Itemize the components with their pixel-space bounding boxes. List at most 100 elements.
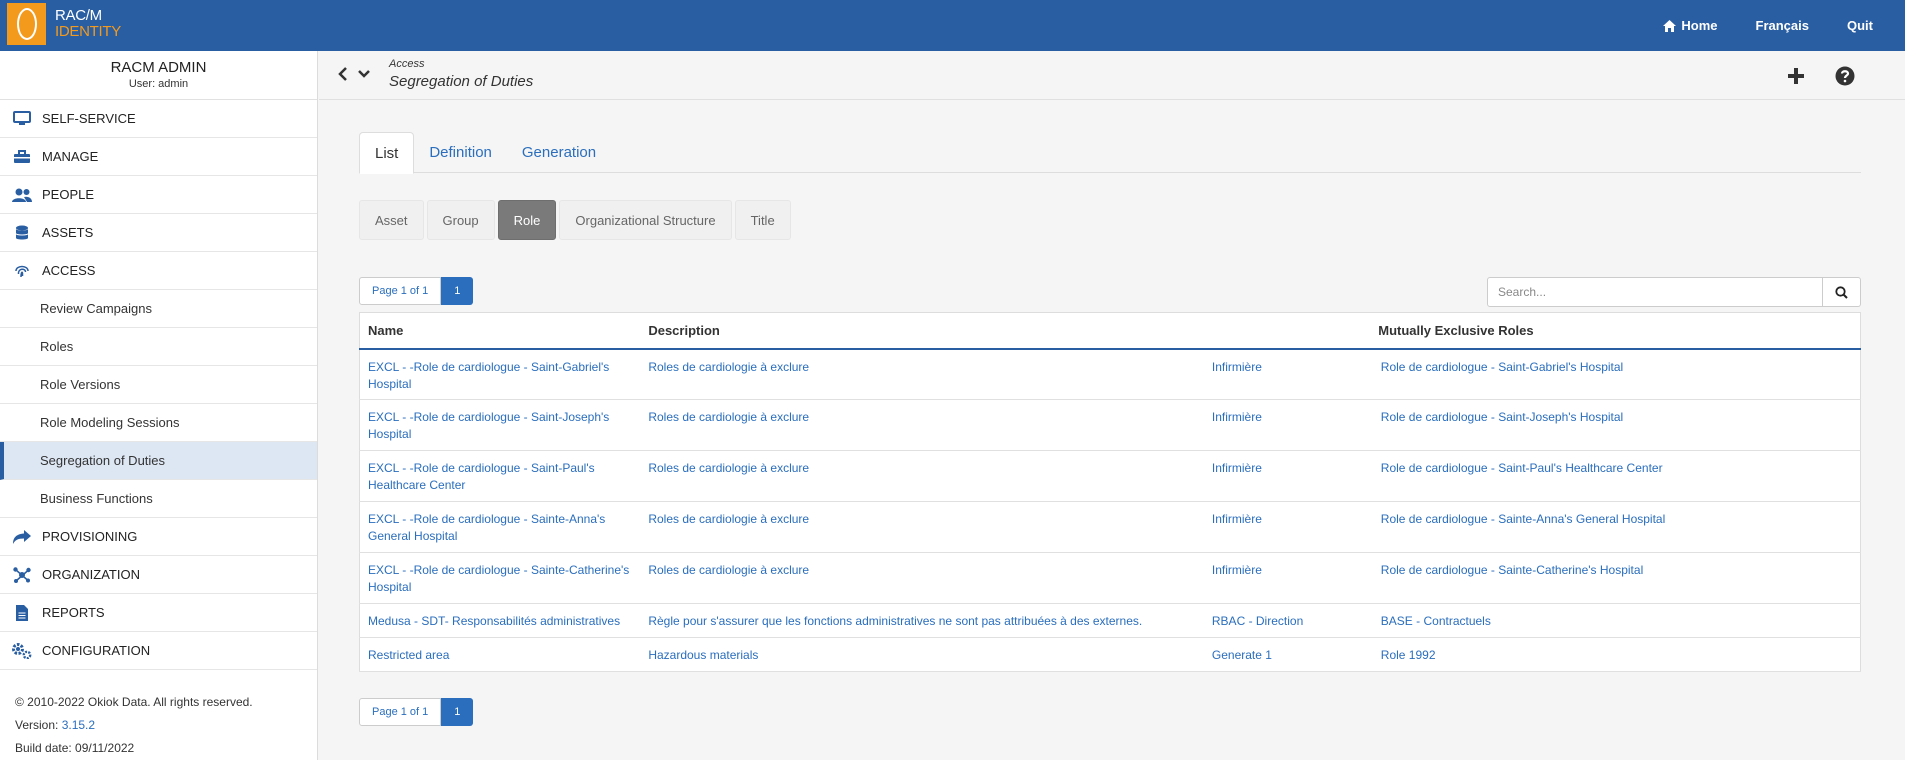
sidebar-subitem-review-campaigns[interactable]: Review Campaigns [0, 290, 317, 328]
language-label: Français [1755, 18, 1809, 33]
sidebar-item-reports[interactable]: REPORTS [0, 594, 317, 632]
row-description-link[interactable]: Roles de cardiologie à exclure [640, 399, 1204, 451]
row-role-b-link[interactable]: Role 1992 [1372, 637, 1861, 672]
share-icon [12, 529, 32, 545]
breadcrumb-section[interactable]: Access [389, 58, 424, 70]
help-button[interactable] [1833, 64, 1857, 88]
row-role-b-link[interactable]: Role de cardiologue - Saint-Paul's Healt… [1372, 450, 1861, 502]
row-role-b-link[interactable]: BASE - Contractuels [1372, 603, 1861, 638]
sidebar-item-label: MANAGE [42, 149, 99, 164]
row-role-b-link[interactable]: Role de cardiologue - Saint-Gabriel's Ho… [1372, 348, 1861, 400]
sidebar-item-manage[interactable]: MANAGE [0, 138, 317, 176]
row-role-a-link[interactable]: Infirmière [1203, 348, 1373, 400]
row-description-link[interactable]: Roles de cardiologie à exclure [640, 450, 1204, 502]
top-header: RAC/M IDENTITY Home Français Quit [0, 0, 1905, 51]
column-header-description[interactable]: Description [640, 312, 1204, 350]
pagination-top: Page 1 of 1 1 [359, 277, 474, 305]
sidebar-subitem-role-modeling-sessions[interactable]: Role Modeling Sessions [0, 404, 317, 442]
network-icon [12, 566, 32, 583]
column-header-name[interactable]: Name [359, 312, 641, 350]
sidebar-item-assets[interactable]: ASSETS [0, 214, 317, 252]
sidebar-item-label: ORGANIZATION [42, 567, 140, 582]
row-name-link[interactable]: EXCL - -Role de cardiologue - Sainte-Ann… [359, 501, 641, 553]
page-number-button[interactable]: 1 [441, 277, 474, 305]
row-role-b-link[interactable]: Role de cardiologue - Sainte-Anna's Gene… [1372, 501, 1861, 553]
filter-organizational-structure[interactable]: Organizational Structure [559, 200, 732, 240]
file-icon [12, 604, 32, 621]
add-button[interactable] [1784, 64, 1808, 88]
filter-role[interactable]: Role [497, 200, 557, 240]
sidebar-item-label: PROVISIONING [42, 529, 138, 544]
row-role-a-link[interactable]: Generate 1 [1203, 637, 1373, 672]
sidebar-item-label: PEOPLE [42, 187, 95, 202]
home-link[interactable]: Home [1663, 18, 1718, 33]
chevron-down-icon[interactable] [357, 66, 371, 82]
build-date: Build date: 09/11/2022 [15, 741, 135, 755]
sidebar-subitem-role-versions[interactable]: Role Versions [0, 366, 317, 404]
sidebar-subitem-business-functions[interactable]: Business Functions [0, 480, 317, 518]
sod-table: Name Description Mutually Exclusive Role… [359, 312, 1861, 672]
filter-title[interactable]: Title [734, 200, 791, 240]
table-row: Medusa - SDT- Responsabilités administra… [359, 603, 1861, 638]
row-name-link[interactable]: EXCL - -Role de cardiologue - Sainte-Cat… [359, 552, 641, 604]
type-filter: Asset Group Role Organizational Structur… [359, 200, 794, 240]
row-description-link[interactable]: Roles de cardiologie à exclure [640, 348, 1204, 400]
home-label: Home [1681, 18, 1718, 33]
filter-asset[interactable]: Asset [359, 200, 424, 240]
tab-definition[interactable]: Definition [414, 132, 507, 173]
sidebar-item-configuration[interactable]: CONFIGURATION [0, 632, 317, 670]
app-logo[interactable]: RAC/M IDENTITY [7, 3, 121, 45]
search-icon [1835, 285, 1848, 299]
home-icon [1663, 19, 1677, 32]
version-label: Version: [15, 718, 59, 732]
tab-list[interactable]: List [359, 132, 415, 174]
row-role-b-link[interactable]: Role de cardiologue - Sainte-Catherine's… [1372, 552, 1861, 604]
row-role-a-link[interactable]: Infirmière [1203, 399, 1373, 451]
row-role-b-link[interactable]: Role de cardiologue - Saint-Joseph's Hos… [1372, 399, 1861, 451]
row-description-link[interactable]: Roles de cardiologie à exclure [640, 501, 1204, 553]
logo-line1: RAC/M [55, 7, 102, 24]
filter-group[interactable]: Group [426, 200, 495, 240]
copyright-text: © 2010-2022 Okiok Data. All rights reser… [15, 695, 253, 709]
sidebar-item-organization[interactable]: ORGANIZATION [0, 556, 317, 594]
language-link[interactable]: Français [1756, 18, 1809, 33]
row-role-a-link[interactable]: Infirmière [1203, 450, 1373, 502]
row-role-a-link[interactable]: Infirmière [1203, 552, 1373, 604]
row-role-a-link[interactable]: Infirmière [1203, 501, 1373, 553]
quit-label: Quit [1847, 18, 1873, 33]
row-role-a-link[interactable]: RBAC - Direction [1203, 603, 1373, 638]
breadcrumb: Access Segregation of Duties [319, 51, 1905, 100]
chevron-left-icon[interactable] [337, 66, 349, 82]
search-button[interactable] [1823, 277, 1861, 307]
row-name-link[interactable]: EXCL - -Role de cardiologue - Saint-Gabr… [359, 348, 641, 400]
sidebar-item-label: ASSETS [42, 225, 94, 240]
sidebar-subitem-roles[interactable]: Roles [0, 328, 317, 366]
sidebar-footer: © 2010-2022 Okiok Data. All rights reser… [15, 691, 253, 760]
search-input[interactable] [1487, 277, 1823, 307]
sidebar-item-provisioning[interactable]: PROVISIONING [0, 518, 317, 556]
row-description-link[interactable]: Règle pour s'assurer que les fonctions a… [640, 603, 1204, 638]
main-content: List Definition Generation Asset Group R… [319, 100, 1905, 760]
row-name-link[interactable]: EXCL - -Role de cardiologue - Saint-Paul… [359, 450, 641, 502]
tab-generation[interactable]: Generation [507, 132, 611, 173]
row-description-link[interactable]: Hazardous materials [640, 637, 1204, 672]
row-name-link[interactable]: Medusa - SDT- Responsabilités administra… [359, 603, 641, 638]
row-description-link[interactable]: Roles de cardiologie à exclure [640, 552, 1204, 604]
quit-link[interactable]: Quit [1847, 18, 1873, 33]
table-row: EXCL - -Role de cardiologue - Sainte-Ann… [359, 501, 1861, 553]
nav-arrows [337, 66, 371, 82]
version-line: Version: 3.15.2 [15, 714, 253, 737]
sidebar-item-access[interactable]: ACCESS [0, 252, 317, 290]
version-link[interactable]: 3.15.2 [62, 718, 95, 732]
sidebar-user: User: admin [128, 78, 189, 90]
page-label: Page 1 of 1 [359, 277, 442, 305]
sidebar-item-label: SELF-SERVICE [42, 111, 136, 126]
tab-bar: List Definition Generation [359, 132, 1861, 174]
page-number-button[interactable]: 1 [441, 698, 474, 726]
sidebar-item-people[interactable]: PEOPLE [0, 176, 317, 214]
row-name-link[interactable]: Restricted area [359, 637, 641, 672]
row-name-link[interactable]: EXCL - -Role de cardiologue - Saint-Jose… [359, 399, 641, 451]
sidebar-item-label: ACCESS [42, 263, 96, 278]
sidebar-item-self-service[interactable]: SELF-SERVICE [0, 100, 317, 138]
sidebar-subitem-segregation-of-duties[interactable]: Segregation of Duties [0, 442, 317, 480]
